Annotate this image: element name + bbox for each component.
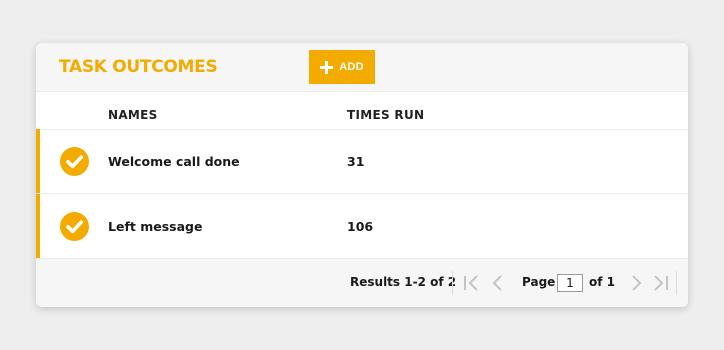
table-row[interactable]: Left message 106 [36, 194, 688, 259]
plus-icon [320, 60, 334, 74]
task-outcomes-card: TASK OUTCOMES ADD NAMES TIMES RUN Welcom… [36, 43, 688, 307]
pagination-bar: Results 1-2 of 2 Page of 1 [36, 259, 688, 307]
row-accent-bar [36, 129, 40, 193]
add-button-label: ADD [339, 61, 364, 73]
results-count: Results 1-2 of 2 [350, 275, 457, 289]
task-name: Left message [108, 219, 203, 234]
check-circle-icon [60, 147, 89, 176]
times-run-value: 31 [347, 154, 365, 169]
next-page-icon[interactable] [626, 273, 646, 293]
table-header: NAMES TIMES RUN [36, 92, 688, 130]
column-header-times-run[interactable]: TIMES RUN [347, 108, 424, 122]
column-header-names[interactable]: NAMES [108, 108, 158, 122]
divider [452, 271, 453, 295]
previous-page-icon[interactable] [488, 273, 508, 293]
page-label: Page [522, 275, 556, 289]
card-title: TASK OUTCOMES [59, 57, 218, 77]
check-circle-icon [60, 212, 89, 241]
last-page-icon[interactable] [650, 273, 670, 293]
page-number-input[interactable] [557, 274, 583, 292]
divider [676, 271, 677, 295]
card-header: TASK OUTCOMES ADD [36, 43, 688, 92]
page-total: of 1 [589, 275, 615, 289]
first-page-icon[interactable] [462, 273, 482, 293]
times-run-value: 106 [347, 219, 374, 234]
task-name: Welcome call done [108, 154, 240, 169]
row-accent-bar [36, 194, 40, 258]
add-button[interactable]: ADD [309, 50, 375, 84]
table-row[interactable]: Welcome call done 31 [36, 129, 688, 194]
